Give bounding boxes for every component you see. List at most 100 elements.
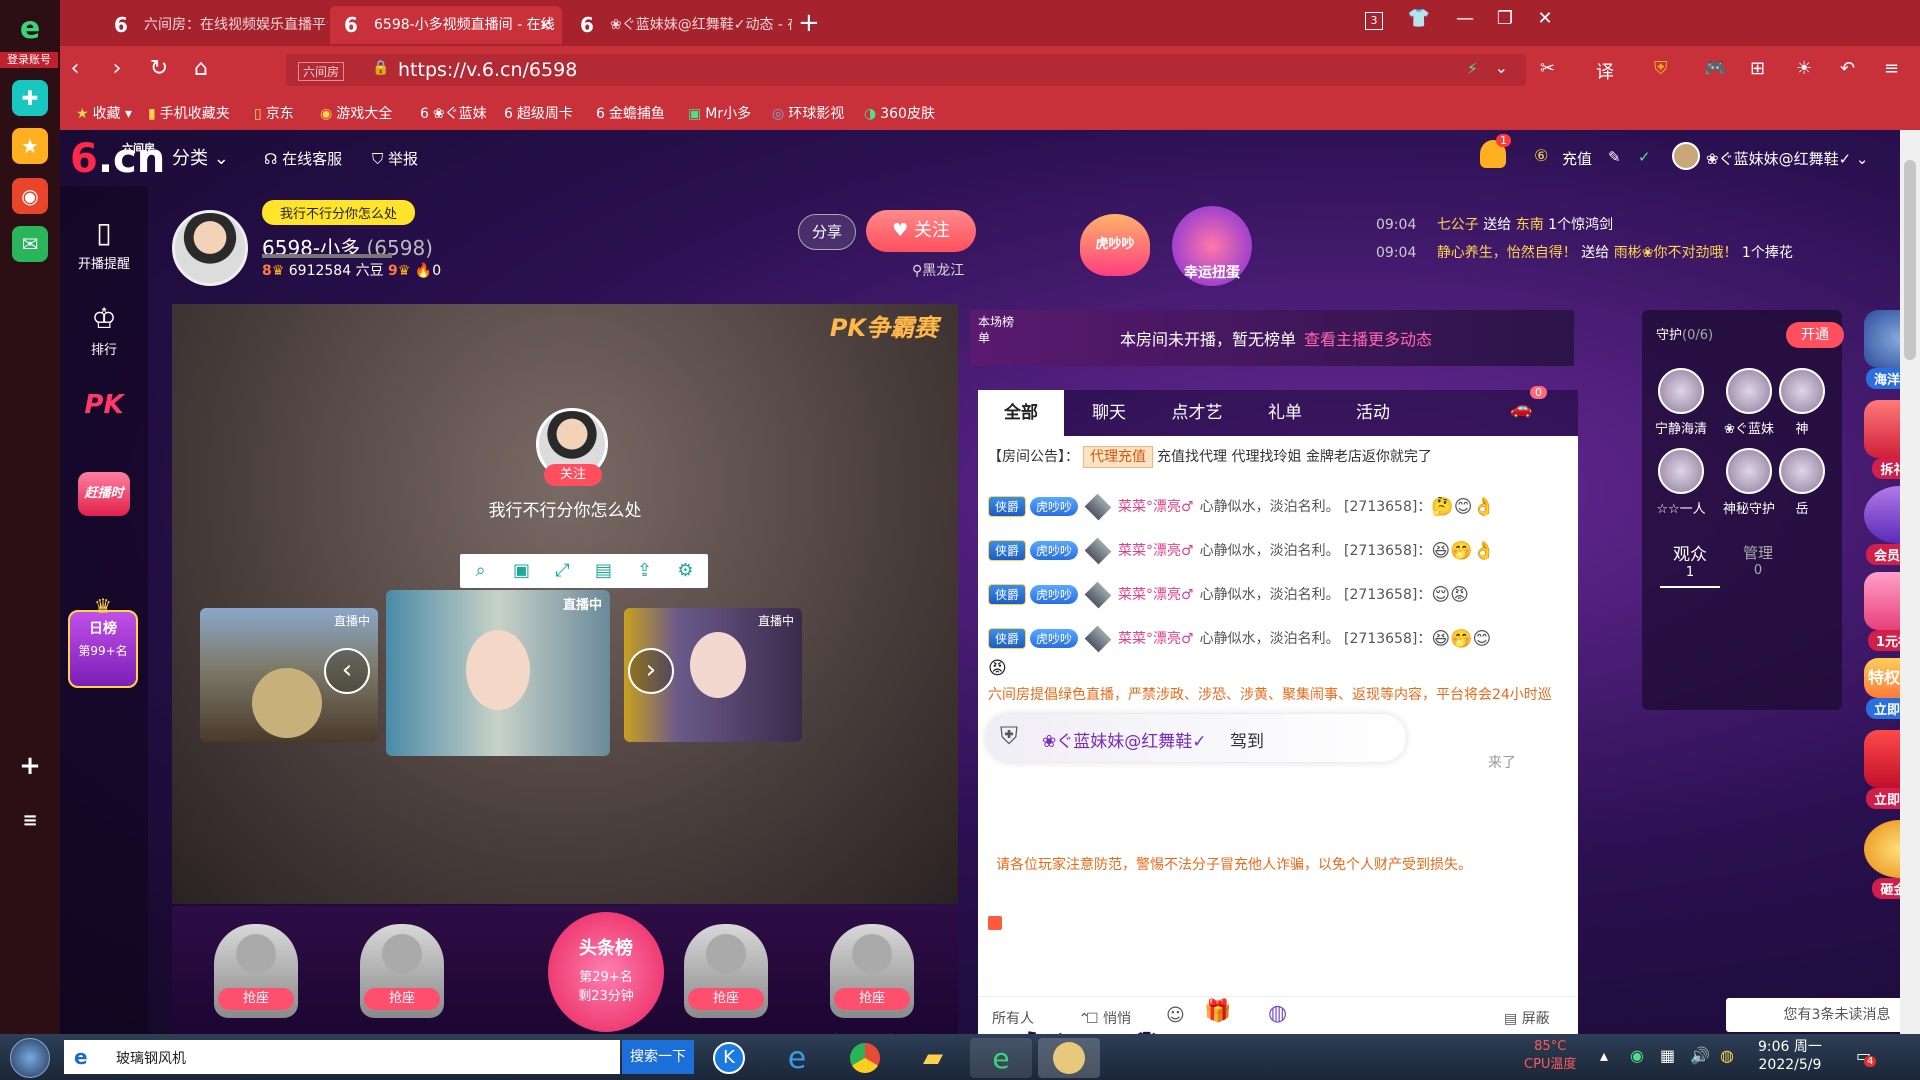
restore-icon[interactable]: ❐ <box>1490 8 1520 29</box>
zoom-icon[interactable]: ⌕ <box>460 560 501 581</box>
bookmark-item[interactable]: 6 ❀ぐ蓝妹 <box>420 103 487 123</box>
save-icon[interactable]: ▤ <box>583 560 624 581</box>
chrome-icon[interactable] <box>834 1038 896 1078</box>
tray-360-icon[interactable]: ◉ <box>1630 1046 1644 1065</box>
ranking-item[interactable]: ♔ 排行 <box>60 302 148 358</box>
promo-privilege-card[interactable]: 特权周卡立即查看 <box>1860 658 1900 719</box>
edit-icon[interactable]: ✎ <box>1608 148 1621 166</box>
agent-recharge-tag[interactable]: 代理充值 <box>1083 446 1153 468</box>
folder-icon[interactable]: ▰ <box>902 1038 964 1078</box>
pk-item[interactable]: PK <box>60 390 148 420</box>
chevron-down-icon[interactable]: ⌄ <box>1495 58 1508 77</box>
share-icon[interactable]: ⇪ <box>624 560 665 581</box>
bookmark-item[interactable]: ◎ 环球影视 <box>772 103 844 123</box>
menu-icon[interactable]: ≡ <box>1884 58 1899 79</box>
tab-home[interactable]: 6 六间房：在线视频娱乐直播平台 <box>100 6 328 44</box>
tray-up-icon[interactable]: ▴ <box>1600 1046 1608 1065</box>
reload-icon[interactable]: ↻ <box>144 56 174 81</box>
back-icon[interactable]: ‹ <box>60 56 90 81</box>
red-packet-icon[interactable]: 🎁 <box>1204 999 1231 1024</box>
add-icon[interactable]: + <box>12 748 48 784</box>
follow-button[interactable]: ♥ 关注 <box>866 210 976 252</box>
bookmark-item[interactable]: ▣ Mr小多 <box>688 103 751 123</box>
bookmark-item[interactable]: ◑ 360皮肤 <box>864 103 935 123</box>
game-app-icon[interactable] <box>1038 1038 1100 1078</box>
recharge-link[interactable]: 充值 <box>1562 148 1592 169</box>
tray-app-icon[interactable]: ◍ <box>1720 1046 1734 1065</box>
search-button[interactable]: 搜索一下 <box>622 1040 694 1074</box>
video-player[interactable]: PK争霸赛 关注 我行不行分你怎么处 ⌕ ▣ ⤢ ▤ ⇪ ⚙ 直播中 ‹ 直播中… <box>172 304 958 904</box>
promo-one-yuan[interactable]: 1元福利 <box>1860 572 1900 651</box>
bookmark-item[interactable]: 6 金蟾捕鱼 <box>596 103 665 123</box>
tab-all[interactable]: 全部 <box>978 390 1064 436</box>
notification-icon[interactable]: ▭ 4 <box>1856 1046 1877 1067</box>
anchor-avatar[interactable] <box>172 210 248 286</box>
promo-red-packet[interactable]: 立即领取 <box>1860 730 1900 809</box>
tab-count-badge[interactable]: 3 <box>1365 12 1383 30</box>
minimize-icon[interactable]: — <box>1450 8 1480 29</box>
tab-user-feed[interactable]: 6 ❀ぐ蓝妹妹@红舞鞋✓动态 - 在 <box>566 6 792 44</box>
clock[interactable]: 9:06 周一 2022/5/9 <box>1758 1038 1822 1074</box>
tab-gift-list[interactable]: 礼单 <box>1242 390 1328 436</box>
browser-360-icon[interactable]: e <box>970 1038 1032 1078</box>
bookmark-item[interactable]: ◉ 游戏大全 <box>320 103 392 123</box>
grab-seat-button[interactable]: 抢座 <box>218 988 294 1010</box>
app-plus-icon[interactable]: ✚ <box>12 80 48 116</box>
seat-slot[interactable]: 抢座 <box>666 924 786 1028</box>
ie-browser-icon[interactable]: e <box>766 1038 828 1078</box>
grid-icon[interactable]: ⊞ <box>1750 58 1765 79</box>
bookmark-item[interactable]: 6 超级周卡 <box>504 103 573 123</box>
page-scrollbar[interactable] <box>1900 130 1920 1034</box>
bolt-icon[interactable]: ⚡ <box>1467 59 1478 78</box>
report-link[interactable]: ⛉ 举报 <box>372 148 418 169</box>
shirt-icon[interactable]: 👕 <box>1404 8 1434 29</box>
new-tab-button[interactable]: + <box>798 6 820 40</box>
login-badge[interactable]: 登录账号 <box>0 52 58 68</box>
promo-gift-pack[interactable]: 拆礼包 <box>1860 400 1900 479</box>
gift-hu[interactable]: 虎吵吵 <box>1080 214 1150 276</box>
recommend-card-current[interactable]: 直播中 <box>386 590 610 756</box>
live-remind-item[interactable]: ▯ 开播提醒 <box>60 216 148 272</box>
tab-live-room[interactable]: 6 6598-小多视频直播间 - 在线 × <box>330 6 562 44</box>
url-field[interactable]: 六间房 🔒 https://v.6.cn/6598 ⚡ ⌄ <box>286 54 1526 86</box>
mail-icon[interactable]: ✉ <box>12 226 48 262</box>
guard-member[interactable]: 岳 <box>1772 448 1832 517</box>
hu-icon[interactable]: ◍ <box>1268 1001 1287 1026</box>
avatar[interactable] <box>1672 142 1700 170</box>
start-button[interactable] <box>10 1038 50 1078</box>
tab-managers[interactable]: 管理 0 <box>1728 542 1788 578</box>
k-app-icon[interactable]: K <box>698 1038 760 1078</box>
tab-chat[interactable]: 聊天 <box>1066 390 1152 436</box>
forward-icon[interactable]: › <box>102 56 132 81</box>
grab-seat-button[interactable]: 抢座 <box>364 988 440 1010</box>
scissors-icon[interactable]: ✂ <box>1540 58 1555 79</box>
seat-slot[interactable]: 抢座 <box>196 924 316 1028</box>
translate-icon[interactable]: 译 <box>1596 58 1614 84</box>
browser-logo-icon[interactable]: e <box>12 10 48 46</box>
shield-icon[interactable]: ⛨ <box>1654 58 1668 79</box>
unread-messages[interactable]: 您有3条未读消息 <box>1726 998 1900 1032</box>
scrollbar-thumb[interactable] <box>1904 160 1916 360</box>
check-icon[interactable]: ✓ <box>1638 148 1651 166</box>
seat-slot[interactable]: 抢座 <box>342 924 462 1028</box>
close-icon[interactable]: × <box>539 6 552 44</box>
grab-seat-button[interactable]: 抢座 <box>688 988 764 1010</box>
follow-button[interactable]: 关注 <box>544 464 602 486</box>
fullscreen-icon[interactable]: ⤢ <box>542 560 583 581</box>
copy-icon[interactable]: ▣ <box>501 560 542 581</box>
guard-member[interactable]: 神 <box>1772 368 1832 437</box>
search-input[interactable]: e 玻璃钢风机 <box>64 1040 620 1074</box>
game-icon[interactable]: 🎮 <box>1704 58 1726 79</box>
tab-audience[interactable]: 观众 1 <box>1660 540 1720 588</box>
category-menu[interactable]: 分类 ⌄ <box>172 144 229 170</box>
menu-icon[interactable]: ≡ <box>12 802 48 838</box>
brightness-icon[interactable]: ☀ <box>1796 58 1812 79</box>
network-icon[interactable]: ▦ <box>1660 1046 1675 1065</box>
bookmark-item[interactable]: ▯ 京东 <box>254 103 294 123</box>
bookmark-item[interactable]: ▮ 手机收藏夹 <box>148 103 230 123</box>
more-feed-link[interactable]: 查看主播更多动态 <box>1304 330 1432 349</box>
emoji-icon[interactable]: ☺ <box>1166 1005 1185 1026</box>
grab-seat-button[interactable]: 抢座 <box>834 988 910 1010</box>
site-logo[interactable]: 6.cn 六间房 <box>70 136 165 182</box>
prev-arrow-icon[interactable]: ‹ <box>324 648 370 694</box>
